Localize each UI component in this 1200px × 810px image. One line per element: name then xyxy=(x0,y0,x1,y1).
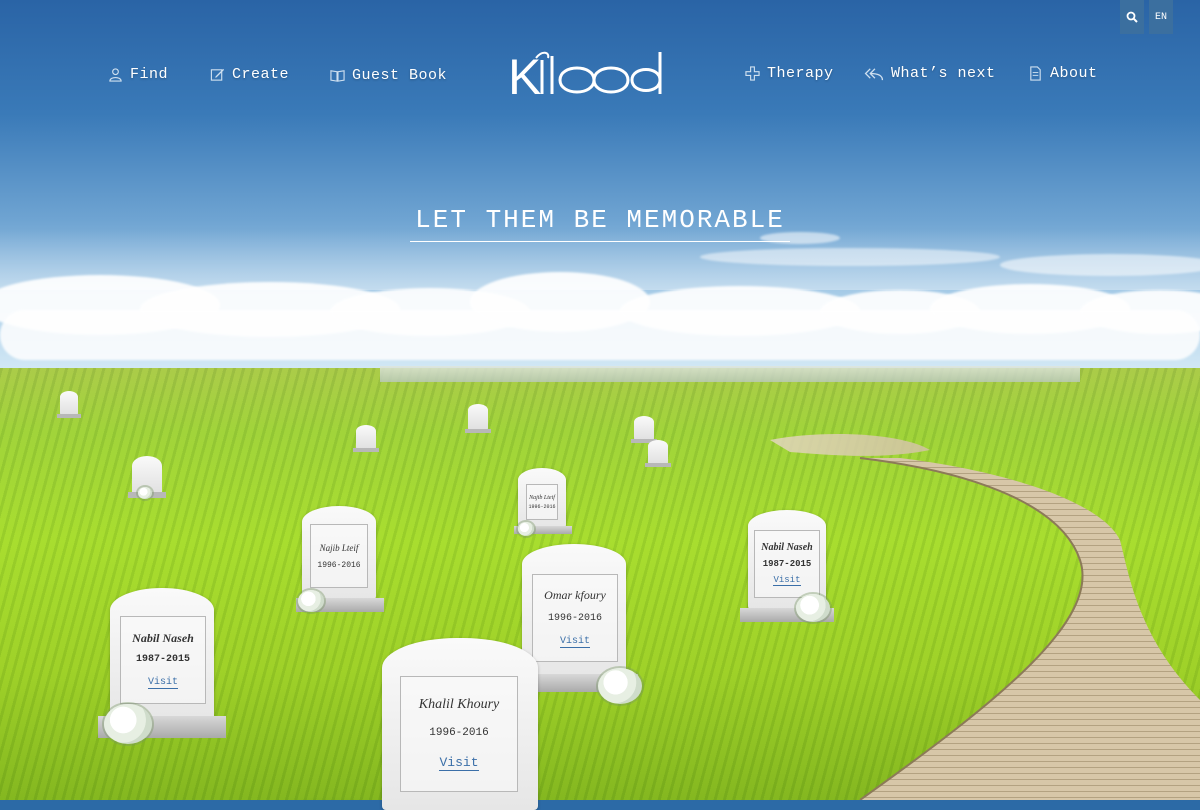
tombstone[interactable]: Nabil Naseh 1987-2015 Visit xyxy=(110,588,214,722)
rose-decoration xyxy=(796,594,830,622)
visit-link[interactable]: Visit xyxy=(439,755,479,771)
user-icon xyxy=(109,68,122,82)
distant-tombstone-base xyxy=(645,463,671,467)
nav-label: Therapy xyxy=(767,65,834,82)
nav-label: About xyxy=(1050,65,1098,82)
nav-label: What’s next xyxy=(891,65,996,82)
book-icon xyxy=(330,70,345,82)
memorial-dates: 1987-2015 xyxy=(135,654,190,665)
rose-decoration xyxy=(298,590,324,612)
distant-tombstone-base xyxy=(57,414,81,418)
rose-decoration xyxy=(138,487,152,499)
distant-tombstone xyxy=(468,404,488,430)
tombstone[interactable]: Najib Lteif 1996-2016 xyxy=(302,506,376,600)
distant-tombstone-base xyxy=(353,448,379,452)
memorial-dates: 1996-2016 xyxy=(429,727,489,739)
khlood-logo[interactable]: K xyxy=(508,46,676,102)
rose-decoration xyxy=(518,522,534,536)
memorial-name: Khalil Khoury xyxy=(418,697,500,712)
sea-strip xyxy=(380,366,1080,382)
memorial-dates: 1996-2016 xyxy=(317,560,361,570)
nav-therapy[interactable]: Therapy xyxy=(745,65,834,82)
search-icon xyxy=(1126,11,1138,23)
tombstone[interactable]: Omar kfoury 1996-2016 Visit xyxy=(522,544,626,680)
visit-link[interactable]: Visit xyxy=(559,636,590,648)
visit-link[interactable]: Visit xyxy=(773,575,801,586)
document-icon xyxy=(1030,66,1041,81)
rose-decoration xyxy=(104,704,152,744)
tombstone-plate: Najib Lteif 1996-2016 xyxy=(526,484,558,520)
language-switch[interactable]: EN xyxy=(1149,0,1173,34)
cloud-band xyxy=(0,310,1200,360)
nav-about[interactable]: About xyxy=(1028,65,1098,82)
nav-create[interactable]: Create xyxy=(210,66,289,83)
tombstone[interactable]: Khalil Khoury 1996-2016 Visit xyxy=(382,638,538,810)
tombstone-plate: Omar kfoury 1996-2016 Visit xyxy=(532,574,618,662)
distant-tombstone-base xyxy=(465,429,491,433)
memorial-dates: 1996-2016 xyxy=(547,613,602,624)
memorial-dates: 1987-2015 xyxy=(762,559,812,569)
distant-tombstone xyxy=(356,425,376,449)
memorial-name: Najib Lteif xyxy=(319,542,359,553)
search-button[interactable] xyxy=(1120,0,1144,34)
nav-whats-next[interactable]: What’s next xyxy=(864,65,996,82)
distant-tombstone xyxy=(634,416,654,440)
nav-find[interactable]: Find xyxy=(108,66,168,83)
memorial-name: Nabil Naseh xyxy=(761,542,813,553)
reply-all-icon xyxy=(864,68,884,81)
cross-icon xyxy=(745,66,760,81)
memorial-name: Nabil Naseh xyxy=(132,631,194,645)
language-label: EN xyxy=(1154,11,1167,23)
visit-link[interactable]: Visit xyxy=(147,677,178,689)
memorial-name: Omar kfoury xyxy=(544,588,606,602)
tombstone-plate: Najib Lteif 1996-2016 xyxy=(310,524,368,588)
memorial-name: Najib Lteif xyxy=(529,494,555,501)
nav-label: Find xyxy=(130,66,169,83)
nav-label: Create xyxy=(232,66,290,83)
nav-label: Guest Book xyxy=(352,67,448,84)
tombstone-plate: Nabil Naseh 1987-2015 Visit xyxy=(120,616,206,704)
memorial-dates: 1996-2016 xyxy=(528,503,556,510)
tombstone[interactable]: Najib Lteif 1996-2016 xyxy=(518,468,566,528)
tombstone-plate: Nabil Naseh 1987-2015 Visit xyxy=(754,530,820,598)
rose-decoration xyxy=(598,668,642,704)
tombstone-plate: Khalil Khoury 1996-2016 Visit xyxy=(400,676,518,792)
distant-tombstone xyxy=(60,391,78,415)
distant-tombstone xyxy=(648,440,668,464)
edit-icon xyxy=(210,68,225,81)
hero-tagline: LET THEM BE MEMORABLE xyxy=(410,205,790,242)
nav-guest-book[interactable]: Guest Book xyxy=(330,67,447,84)
